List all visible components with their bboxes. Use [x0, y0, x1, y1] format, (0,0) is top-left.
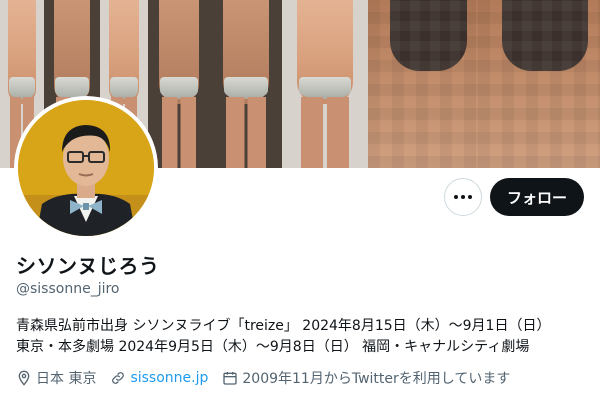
banner-photo-strip: [478, 0, 600, 168]
banner-photo-strip: [210, 0, 282, 168]
avatar-portrait: [18, 100, 154, 236]
banner-photo-strip: [148, 0, 210, 168]
joined-text: 2009年11月からTwitterを利用しています: [242, 371, 511, 387]
calendar-icon: [223, 372, 238, 385]
bio-line: 東京・本多劇場 2024年9月5日（木）～9月8日（日） 福岡・キャナルシティ劇…: [16, 339, 530, 355]
more-options-button[interactable]: [444, 178, 482, 216]
profile-page: フォロー シソンヌじろう @sissonne_jiro 青森県弘前市出身 シソン…: [0, 0, 600, 400]
display-name: シソンヌじろう: [16, 254, 160, 278]
website-link[interactable]: sissonne.jp: [130, 370, 208, 386]
joined-item: 2009年11月からTwitterを利用しています: [222, 368, 510, 388]
profile-meta-row: 日本 東京 sissonne.jp 2009年11月からTwitterを利用して…: [16, 368, 510, 388]
banner-photo-strip: [282, 0, 368, 168]
follow-button[interactable]: フォロー: [490, 178, 584, 216]
username-handle: @sissonne_jiro: [16, 281, 120, 297]
location-pin-icon: [18, 370, 30, 386]
avatar[interactable]: [14, 96, 158, 240]
location-item: 日本 東京: [16, 368, 96, 388]
profile-bio: 青森県弘前市出身 シソンヌライブ「treize」 2024年8月15日（木）～9…: [16, 316, 586, 358]
more-dots-icon: [454, 195, 472, 199]
link-icon: [112, 372, 125, 384]
website-item: sissonne.jp: [110, 370, 208, 386]
bio-line: 青森県弘前市出身 シソンヌライブ「treize」 2024年8月15日（木）～9…: [16, 318, 551, 334]
banner-photo-strip: [368, 0, 478, 168]
location-text: 日本 東京: [36, 371, 97, 387]
